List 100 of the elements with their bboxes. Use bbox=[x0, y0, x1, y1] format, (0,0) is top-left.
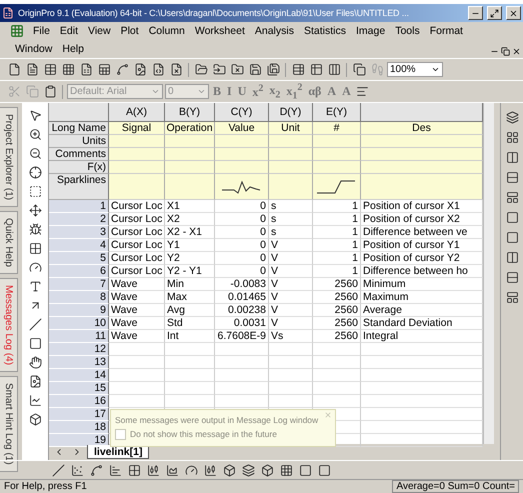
close-icon[interactable] bbox=[509, 8, 518, 18]
template-icon[interactable] bbox=[316, 462, 332, 478]
line-icon[interactable] bbox=[27, 316, 43, 332]
menu-item[interactable]: Help bbox=[57, 40, 89, 58]
align-icon[interactable] bbox=[504, 289, 520, 305]
sheet-icon[interactable] bbox=[96, 62, 112, 78]
menu-item[interactable]: File bbox=[28, 22, 55, 40]
3d-surface-icon[interactable] bbox=[240, 462, 256, 478]
maximize-button[interactable] bbox=[487, 6, 502, 20]
image-plot-icon[interactable] bbox=[297, 462, 313, 478]
bar-chart-icon[interactable] bbox=[107, 462, 123, 478]
maximize-icon[interactable] bbox=[490, 8, 499, 18]
corner-cell bbox=[49, 103, 109, 122]
table-icon[interactable] bbox=[308, 62, 324, 78]
menu-item[interactable]: Image bbox=[351, 22, 390, 40]
menu-item[interactable]: Worksheet bbox=[190, 22, 250, 40]
table-properties-icon[interactable] bbox=[290, 62, 306, 78]
hand-icon[interactable] bbox=[27, 354, 43, 370]
zoom-dropdown[interactable]: 100% bbox=[387, 62, 443, 77]
table-cell: 0 bbox=[215, 239, 269, 252]
column-header[interactable]: E(Y) bbox=[313, 103, 361, 122]
bug-icon[interactable] bbox=[27, 221, 43, 237]
menu-item[interactable]: Column bbox=[144, 22, 190, 40]
column-header[interactable]: B(Y) bbox=[165, 103, 215, 122]
3d-box-icon[interactable] bbox=[221, 462, 237, 478]
column-header[interactable]: A(X) bbox=[109, 103, 165, 122]
zoom-in-icon[interactable] bbox=[27, 126, 43, 142]
grid-icon[interactable] bbox=[60, 62, 76, 78]
column-header[interactable] bbox=[361, 103, 483, 122]
zoom-out-icon[interactable] bbox=[27, 145, 43, 161]
move-icon[interactable] bbox=[27, 202, 43, 218]
area-chart-icon[interactable] bbox=[164, 462, 180, 478]
menu-item[interactable]: Tools bbox=[390, 22, 425, 40]
side-tab[interactable]: Quick Help bbox=[0, 211, 18, 274]
heatmap-icon[interactable] bbox=[278, 462, 294, 478]
table-cell bbox=[269, 356, 313, 369]
curve-icon[interactable] bbox=[114, 62, 130, 78]
scatter-plot-icon[interactable] bbox=[69, 462, 85, 478]
vertical-scrollbar[interactable] bbox=[483, 103, 494, 444]
grid-plot-icon[interactable] bbox=[126, 462, 142, 478]
layout-grid-icon[interactable] bbox=[504, 129, 520, 145]
columns-icon[interactable] bbox=[504, 149, 520, 165]
minimize-button[interactable] bbox=[468, 6, 483, 20]
menu-item[interactable]: Format bbox=[424, 22, 468, 40]
close-button[interactable] bbox=[506, 6, 521, 20]
side-tab[interactable]: Messages Log (4) bbox=[0, 278, 18, 372]
open-folder-icon[interactable] bbox=[193, 62, 209, 78]
menu-item[interactable]: Window bbox=[10, 40, 58, 58]
box-chart-icon[interactable] bbox=[145, 462, 161, 478]
line-symbol-plot-icon[interactable] bbox=[88, 462, 104, 478]
save-all-icon[interactable] bbox=[265, 62, 281, 78]
side-tab[interactable]: Project Explorer (1) bbox=[0, 107, 18, 208]
sheet-tab[interactable]: livelink[1] bbox=[87, 445, 150, 459]
line-plot-icon[interactable] bbox=[50, 462, 66, 478]
rows-icon[interactable] bbox=[504, 169, 520, 185]
column-header[interactable]: D(Y) bbox=[269, 103, 313, 122]
table-cell: Int bbox=[165, 330, 215, 343]
table-cell: 0.00238 bbox=[215, 304, 269, 317]
box-icon[interactable] bbox=[27, 411, 43, 427]
candlestick-icon[interactable] bbox=[202, 462, 218, 478]
label-row-header: F(x) bbox=[49, 161, 109, 174]
align-icon[interactable] bbox=[504, 249, 520, 265]
folder-import-icon[interactable] bbox=[211, 62, 227, 78]
duplicate-icon[interactable] bbox=[351, 62, 367, 78]
close-icon[interactable] bbox=[512, 47, 521, 56]
table-cell bbox=[269, 369, 313, 382]
frame-icon[interactable] bbox=[504, 209, 520, 225]
menu-item[interactable]: Statistics bbox=[298, 22, 351, 40]
table-cell: 0 bbox=[215, 200, 269, 213]
chart-icon[interactable] bbox=[27, 392, 43, 408]
checkbox[interactable] bbox=[115, 429, 126, 440]
label-cell bbox=[109, 161, 165, 174]
table-icon[interactable] bbox=[42, 62, 58, 78]
folder-x-icon[interactable] bbox=[229, 62, 245, 78]
menu-item[interactable]: Plot bbox=[116, 22, 144, 40]
label-cell bbox=[269, 135, 313, 148]
layers-icon[interactable] bbox=[504, 109, 520, 125]
table-cell: V bbox=[269, 317, 313, 330]
columns-icon[interactable] bbox=[326, 62, 342, 78]
table-cell: Position of cursor X1 bbox=[361, 200, 483, 213]
selection-icon[interactable] bbox=[27, 183, 43, 199]
panel-icon[interactable] bbox=[504, 189, 520, 205]
3d-plot-icon[interactable] bbox=[259, 462, 275, 478]
side-tab[interactable]: Smart Hint Log (1) bbox=[0, 376, 18, 472]
menu-item[interactable]: Analysis bbox=[250, 22, 299, 40]
frame-icon[interactable] bbox=[504, 229, 520, 245]
table-cell: Difference between ho bbox=[361, 265, 483, 278]
table-cell: Vs bbox=[269, 330, 313, 343]
label-cell bbox=[313, 135, 361, 148]
save-icon[interactable] bbox=[247, 62, 263, 78]
rectangle-icon[interactable] bbox=[27, 335, 43, 351]
grid-icon[interactable] bbox=[27, 240, 43, 256]
table-cell: X2 - X1 bbox=[165, 226, 215, 239]
restore-icon[interactable] bbox=[501, 47, 510, 56]
column-header[interactable]: C(Y) bbox=[215, 103, 269, 122]
crosshair-icon[interactable] bbox=[27, 164, 43, 180]
menu-item[interactable]: Edit bbox=[54, 22, 84, 40]
align-icon[interactable] bbox=[504, 269, 520, 285]
menu-item[interactable]: View bbox=[83, 22, 116, 40]
table-cell: V bbox=[269, 252, 313, 265]
